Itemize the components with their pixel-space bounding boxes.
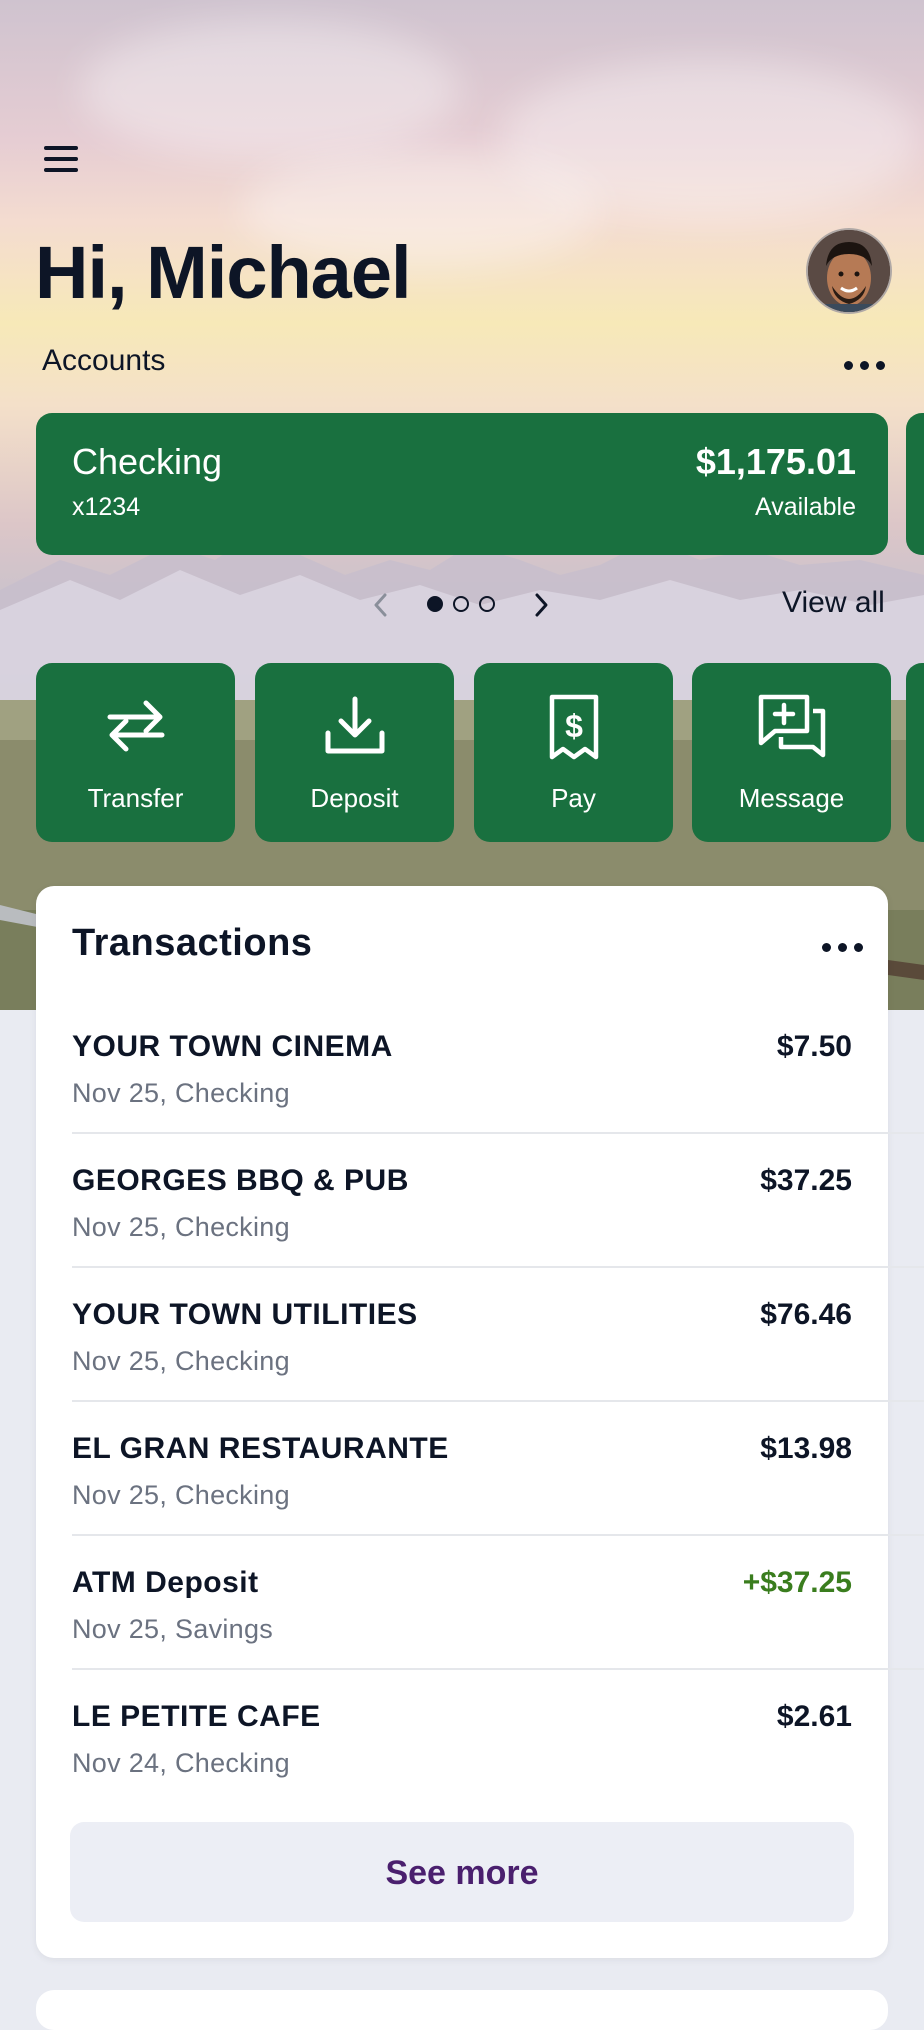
account-card-checking[interactable]: Checking x1234 $1,175.01 Available bbox=[36, 413, 888, 555]
transaction-merchant: YOUR TOWN CINEMA bbox=[72, 1030, 393, 1063]
transaction-amount: $76.46 bbox=[760, 1298, 852, 1331]
transaction-amount: +$37.25 bbox=[742, 1566, 852, 1599]
pager-dot-active[interactable] bbox=[427, 596, 443, 612]
transaction-row[interactable]: LE PETITE CAFE Nov 24, Checking $2.61 bbox=[72, 1670, 924, 1804]
download-tray-icon bbox=[325, 696, 384, 754]
transaction-merchant: EL GRAN RESTAURANTE bbox=[72, 1432, 449, 1465]
view-all-link[interactable]: View all bbox=[782, 586, 885, 620]
transaction-meta: Nov 25, Checking bbox=[72, 1346, 290, 1376]
more-horizontal-icon-dot bbox=[838, 943, 847, 952]
transaction-merchant: YOUR TOWN UTILITIES bbox=[72, 1298, 418, 1331]
accounts-more-button[interactable] bbox=[842, 354, 888, 374]
hamburger-menu-icon-bar bbox=[44, 168, 78, 172]
transaction-row[interactable]: EL GRAN RESTAURANTE Nov 25, Checking $13… bbox=[72, 1402, 924, 1536]
greeting-title: Hi, Michael bbox=[35, 231, 412, 314]
transaction-meta: Nov 25, Checking bbox=[72, 1078, 290, 1108]
account-balance: $1,175.01 bbox=[695, 441, 856, 482]
more-horizontal-icon bbox=[844, 361, 853, 370]
accounts-label: Accounts bbox=[42, 344, 166, 377]
svg-text:$: $ bbox=[565, 708, 583, 744]
transaction-merchant: ATM Deposit bbox=[72, 1566, 259, 1599]
action-label: Message bbox=[738, 783, 845, 813]
action-label: Transfer bbox=[87, 783, 184, 813]
transactions-more-button[interactable] bbox=[820, 936, 866, 956]
hamburger-menu-icon bbox=[44, 146, 78, 150]
pager-dot[interactable] bbox=[453, 596, 469, 612]
menu-button[interactable] bbox=[40, 142, 84, 178]
account-name: Checking bbox=[72, 441, 223, 482]
transaction-merchant: GEORGES BBQ & PUB bbox=[72, 1164, 409, 1197]
transaction-amount: $37.25 bbox=[760, 1164, 852, 1197]
pager-prev-button[interactable] bbox=[366, 590, 396, 620]
account-balance-label: Available bbox=[754, 493, 856, 521]
transaction-merchant: LE PETITE CAFE bbox=[72, 1700, 321, 1733]
transaction-amount: $2.61 bbox=[776, 1700, 852, 1733]
action-label: Deposit bbox=[310, 783, 399, 813]
pager-dot[interactable] bbox=[479, 596, 495, 612]
transaction-amount: $7.50 bbox=[776, 1030, 852, 1063]
transaction-meta: Nov 25, Checking bbox=[72, 1480, 290, 1510]
transaction-meta: Nov 25, Savings bbox=[72, 1614, 274, 1644]
hamburger-menu-icon-bar bbox=[44, 157, 78, 161]
account-card-next-peek[interactable] bbox=[906, 413, 924, 555]
more-horizontal-icon bbox=[822, 943, 831, 952]
account-number: x1234 bbox=[72, 493, 141, 521]
pay-button[interactable]: $ Pay bbox=[474, 663, 673, 842]
more-horizontal-icon-dot bbox=[876, 361, 885, 370]
next-section-card bbox=[36, 1990, 888, 2030]
deposit-button[interactable]: Deposit bbox=[255, 663, 454, 842]
see-more-button[interactable]: See more bbox=[70, 1822, 854, 1922]
transaction-row[interactable]: YOUR TOWN CINEMA Nov 25, Checking $7.50 bbox=[72, 1000, 924, 1134]
transaction-row[interactable]: ATM Deposit Nov 25, Savings +$37.25 bbox=[72, 1536, 924, 1670]
more-horizontal-icon-dot bbox=[860, 361, 869, 370]
user-avatar[interactable] bbox=[806, 228, 892, 314]
message-add-icon bbox=[758, 694, 825, 758]
transaction-meta: Nov 25, Checking bbox=[72, 1212, 290, 1242]
message-button[interactable]: Message bbox=[692, 663, 891, 842]
action-label: Pay bbox=[551, 783, 596, 813]
transfer-arrows-icon bbox=[107, 700, 164, 752]
avatar-portrait bbox=[808, 230, 890, 312]
chevron-right-icon bbox=[535, 593, 548, 617]
transaction-amount: $13.98 bbox=[760, 1432, 852, 1465]
chevron-left-icon bbox=[374, 593, 387, 617]
transaction-row[interactable]: GEORGES BBQ & PUB Nov 25, Checking $37.2… bbox=[72, 1134, 924, 1268]
more-horizontal-icon-dot bbox=[854, 943, 863, 952]
transaction-row[interactable]: YOUR TOWN UTILITIES Nov 25, Checking $76… bbox=[72, 1268, 924, 1402]
transactions-title: Transactions bbox=[72, 922, 313, 964]
transaction-meta: Nov 24, Checking bbox=[72, 1748, 290, 1778]
transactions-card: Transactions YOUR TOWN CINEMA Nov 25, Ch… bbox=[36, 886, 924, 1958]
receipt-dollar-icon: $ bbox=[549, 694, 598, 760]
transfer-button[interactable]: Transfer bbox=[36, 663, 235, 842]
action-next-peek[interactable] bbox=[906, 663, 924, 842]
pager-next-button[interactable] bbox=[526, 590, 556, 620]
